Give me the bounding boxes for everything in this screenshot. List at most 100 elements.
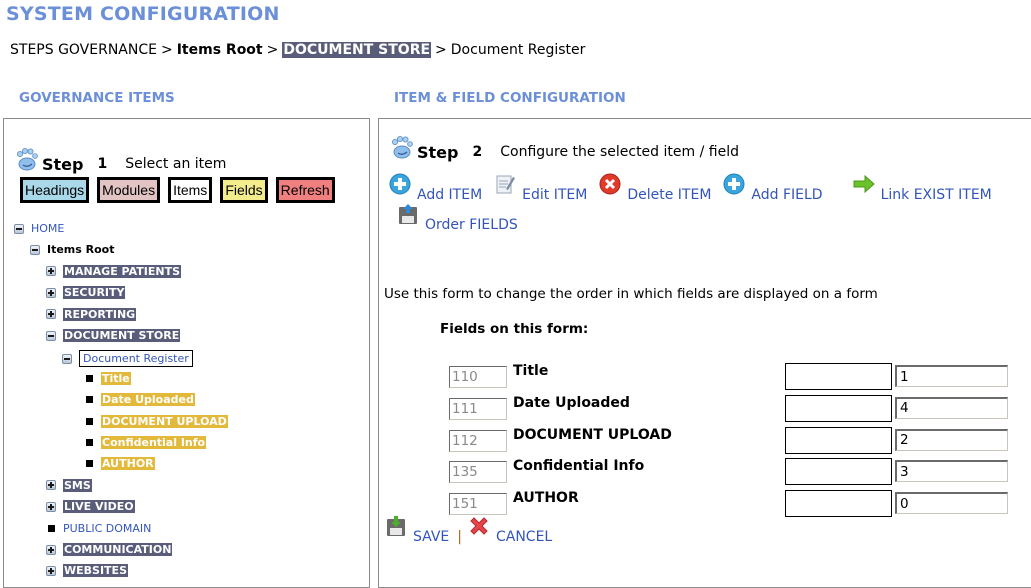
- field-order-input[interactable]: [895, 428, 1008, 451]
- add-item-button[interactable]: Add ITEM: [389, 173, 482, 203]
- field-name: Confidential Info: [513, 458, 645, 475]
- breadcrumb: STEPS GOVERNANCE > Items Root > DOCUMENT STO…: [10, 42, 585, 58]
- tree-node-label[interactable]: Confidential Info: [101, 436, 207, 449]
- cancel-button[interactable]: CANCEL: [468, 517, 553, 545]
- bullet-icon: [86, 460, 93, 468]
- delete-item-button[interactable]: Delete ITEM: [599, 173, 712, 203]
- field-id-input: 135: [449, 461, 507, 484]
- order-fields-row: Order FIELDS: [397, 204, 530, 233]
- collapse-icon[interactable]: [14, 223, 24, 234]
- step-2-row: Step 2 Configure the selected item / fie…: [389, 136, 739, 165]
- floppy-upload-icon: [397, 203, 419, 225]
- item-field-config-panel: Step 2 Configure the selected item / fie…: [378, 118, 1031, 588]
- edit-item-button[interactable]: Edit ITEM: [494, 175, 588, 203]
- governance-items-panel: Step 1 Select an item Headings Modules Ite…: [3, 118, 370, 588]
- paw-icon: [14, 147, 40, 173]
- field-blank-box[interactable]: [785, 426, 892, 454]
- tree-node-label[interactable]: SMS: [63, 478, 92, 492]
- collapse-icon[interactable]: [30, 244, 40, 255]
- expand-icon[interactable]: [46, 287, 56, 298]
- filter-button-modules[interactable]: Modules: [97, 177, 161, 203]
- breadcrumb-item-document-store[interactable]: DOCUMENT STORE: [282, 42, 432, 58]
- tree-node-label[interactable]: SECURITY: [63, 286, 126, 300]
- field-row: 111 Date Uploaded: [379, 394, 1031, 423]
- add-field-button[interactable]: Add FIELD: [723, 173, 823, 203]
- field-order-input[interactable]: [895, 365, 1008, 387]
- floppy-save-icon: [385, 515, 407, 537]
- tree-node-label[interactable]: DOCUMENT STORE: [63, 329, 181, 342]
- tree-node: MANAGE PATIENTS: [46, 264, 182, 278]
- breadcrumb-separator: >: [160, 42, 173, 58]
- tree-node: HOME: [14, 222, 64, 235]
- save-cancel-row: SAVE | CANCEL: [385, 516, 560, 545]
- breadcrumb-separator: >: [435, 42, 447, 58]
- tree-node-label[interactable]: Document Register: [79, 350, 193, 368]
- field-blank-box[interactable]: [785, 490, 892, 518]
- order-form-instructions: Use this form to change the order in whi…: [384, 286, 878, 302]
- tree-node: AUTHOR: [84, 457, 155, 471]
- order-fields-button[interactable]: Order FIELDS: [397, 204, 518, 233]
- tree-node-label[interactable]: COMMUNICATION: [63, 543, 173, 556]
- breadcrumb-item-steps-governance[interactable]: STEPS GOVERNANCE: [10, 42, 157, 58]
- step-label: Step: [42, 154, 84, 174]
- arrow-right-icon: [853, 173, 875, 195]
- step-label: Step: [417, 142, 459, 162]
- tree-node-label[interactable]: REPORTING: [63, 307, 137, 321]
- field-name: DOCUMENT UPLOAD: [513, 426, 672, 443]
- tree-node: Items Root: [30, 243, 115, 256]
- tree-node-label[interactable]: WEBSITES: [63, 564, 128, 578]
- expand-icon[interactable]: [46, 266, 56, 277]
- expand-icon[interactable]: [46, 501, 56, 512]
- tree-node: PUBLIC DOMAIN: [46, 522, 151, 535]
- edit-item-label: Edit ITEM: [522, 187, 588, 203]
- step-number: 1: [97, 156, 108, 172]
- field-order-input[interactable]: [895, 460, 1008, 483]
- field-id-input: 110: [449, 366, 507, 388]
- fields-heading: Fields on this form:: [440, 321, 589, 337]
- expand-icon[interactable]: [46, 480, 56, 491]
- save-label: SAVE: [413, 529, 450, 545]
- cancel-label: CANCEL: [495, 529, 553, 545]
- field-order-input[interactable]: [895, 492, 1008, 515]
- order-fields-label: Order FIELDS: [425, 217, 518, 233]
- tree-node-label[interactable]: DOCUMENT UPLOAD: [101, 414, 228, 428]
- filter-button-headings[interactable]: Headings: [20, 177, 90, 203]
- expand-icon[interactable]: [46, 544, 56, 555]
- collapse-icon[interactable]: [62, 353, 72, 364]
- tree-node-label[interactable]: LIVE VIDEO: [63, 500, 135, 514]
- tree-node: WEBSITES: [46, 564, 128, 578]
- delete-circle-icon: [599, 173, 621, 195]
- tree-node-label[interactable]: HOME: [31, 222, 64, 235]
- filter-button-fields[interactable]: Fields: [220, 177, 268, 203]
- tree-node-label[interactable]: Items Root: [47, 243, 115, 256]
- field-blank-box[interactable]: [785, 458, 892, 486]
- link-exist-item-button[interactable]: Link EXIST ITEM: [853, 174, 992, 203]
- field-blank-box[interactable]: [785, 363, 892, 390]
- save-button[interactable]: SAVE: [385, 516, 450, 545]
- field-order-input[interactable]: [895, 396, 1008, 419]
- field-blank-box[interactable]: [785, 394, 892, 422]
- edit-document-icon: [494, 173, 516, 195]
- breadcrumb-item-items-root[interactable]: Items Root: [177, 42, 263, 58]
- collapse-icon[interactable]: [46, 330, 56, 341]
- tree-node-label[interactable]: PUBLIC DOMAIN: [63, 522, 151, 535]
- filter-button-items[interactable]: Items: [168, 177, 213, 203]
- step-instruction: Configure the selected item / field: [500, 144, 739, 160]
- field-row: 135 Confidential Info: [379, 458, 1031, 486]
- tree-node-label[interactable]: Title: [101, 371, 131, 385]
- filter-button-refresh[interactable]: Refresh: [275, 177, 335, 203]
- tree-node-label[interactable]: MANAGE PATIENTS: [63, 264, 182, 278]
- field-id-input: 111: [449, 397, 507, 420]
- expand-icon[interactable]: [46, 309, 56, 320]
- delete-item-label: Delete ITEM: [627, 187, 712, 203]
- bullet-icon: [86, 374, 93, 382]
- link-exist-item-label: Link EXIST ITEM: [880, 187, 992, 203]
- tree-node-label[interactable]: AUTHOR: [101, 457, 155, 471]
- bullet-icon: [86, 396, 93, 404]
- add-circle-icon: [389, 173, 411, 195]
- tree-node: LIVE VIDEO: [46, 500, 135, 514]
- governance-items-title: GOVERNANCE ITEMS: [19, 90, 175, 106]
- expand-icon[interactable]: [46, 565, 56, 576]
- field-name: Title: [513, 363, 549, 379]
- tree-node-label[interactable]: Date Uploaded: [101, 393, 195, 407]
